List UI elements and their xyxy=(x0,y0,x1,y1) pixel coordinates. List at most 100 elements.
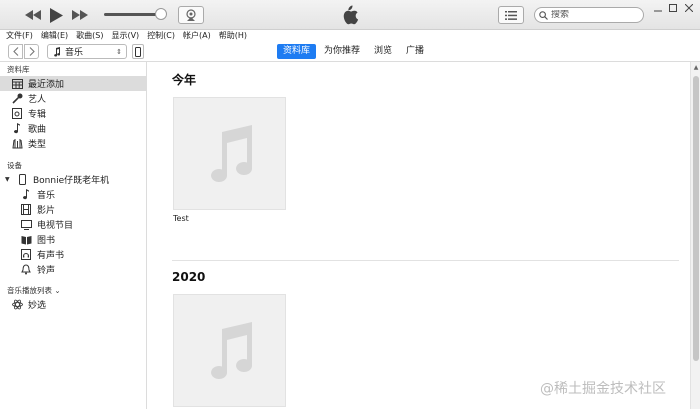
album-artwork[interactable] xyxy=(173,97,286,210)
minimize-icon xyxy=(654,10,662,12)
genius-atom-icon xyxy=(11,299,23,311)
genres-icon xyxy=(11,138,23,150)
iphone-icon xyxy=(16,174,28,186)
back-button[interactable] xyxy=(8,44,23,59)
iphone-icon xyxy=(135,46,141,57)
sidebar-item-genres[interactable]: 类型 xyxy=(0,136,146,151)
sidebar-item-label: 电视节目 xyxy=(37,221,74,231)
menu-file[interactable]: 文件(F) xyxy=(6,30,33,41)
window-close-button[interactable] xyxy=(682,2,696,14)
album-artwork[interactable] xyxy=(173,294,286,407)
menu-edit[interactable]: 编辑(E) xyxy=(41,30,68,41)
fast-forward-icon xyxy=(72,10,88,20)
window-maximize-button[interactable] xyxy=(666,2,680,14)
music-note-icon xyxy=(20,189,32,201)
sidebar-item-label: 铃声 xyxy=(37,266,56,276)
sidebar-item-label: 影片 xyxy=(37,206,56,216)
apple-logo-icon xyxy=(339,4,359,26)
tab-library[interactable]: 资料库 xyxy=(277,44,317,59)
section-divider xyxy=(172,260,679,261)
previous-track-button[interactable] xyxy=(24,7,42,23)
menu-help[interactable]: 帮助(H) xyxy=(219,30,247,41)
music-note-icon xyxy=(54,46,61,57)
sidebar-item-artists[interactable]: 艺人 xyxy=(0,91,146,106)
search-box[interactable] xyxy=(534,7,644,23)
microphone-icon xyxy=(11,93,23,105)
sidebar-item-label: 专辑 xyxy=(28,110,47,120)
updown-chevron-icon: ⇕ xyxy=(116,47,122,56)
menu-controls[interactable]: 控制(C) xyxy=(147,30,175,41)
tab-browse[interactable]: 浏览 xyxy=(368,44,398,59)
main-content: 今年 Test 2020 xyxy=(148,62,690,409)
tv-icon xyxy=(20,219,32,231)
menu-account[interactable]: 帐户(A) xyxy=(183,30,211,41)
up-next-list-button[interactable] xyxy=(498,6,524,24)
sidebar-item-albums[interactable]: 专辑 xyxy=(0,106,146,121)
sidebar-item-device-tones[interactable]: 铃声 xyxy=(0,262,146,277)
tab-radio[interactable]: 广播 xyxy=(400,44,430,59)
sidebar-item-recently-added[interactable]: 最近添加 xyxy=(0,76,146,91)
bell-icon xyxy=(20,264,32,276)
section-title: 2020 xyxy=(172,270,206,284)
sidebar-item-device-audiobooks[interactable]: 有声书 xyxy=(0,247,146,262)
sidebar-item-label: 音乐 xyxy=(37,191,56,201)
search-input[interactable] xyxy=(551,10,631,20)
tab-for-you[interactable]: 为你推荐 xyxy=(318,44,366,59)
album-icon xyxy=(11,108,23,120)
film-icon xyxy=(20,204,32,216)
navigation-bar: 音乐 ⇕ 资料库 为你推荐 浏览 广播 xyxy=(0,41,700,62)
sidebar-item-label: 类型 xyxy=(28,140,47,150)
audiobook-icon xyxy=(20,249,32,261)
device-button[interactable] xyxy=(132,44,144,59)
media-type-select[interactable]: 音乐 ⇕ xyxy=(47,44,127,59)
scroll-up-arrow-icon[interactable]: ▲ xyxy=(692,64,700,72)
menu-song[interactable]: 歌曲(S) xyxy=(76,30,103,41)
chevron-right-icon xyxy=(29,47,35,56)
devices-section-header: 设备 xyxy=(7,161,22,170)
media-type-label: 音乐 xyxy=(65,48,84,58)
book-icon xyxy=(20,234,32,246)
music-note-placeholder-icon xyxy=(210,321,252,379)
sidebar-item-label: 歌曲 xyxy=(28,125,47,135)
sidebar: 资料库 最近添加 艺人 专辑 歌曲 类型 设备 ▼ Bonnie仔既老年机 音乐… xyxy=(0,62,147,409)
sidebar-item-device[interactable]: ▼ Bonnie仔既老年机 xyxy=(0,172,146,187)
airplay-button[interactable] xyxy=(178,6,204,24)
vertical-scrollbar[interactable]: ▲ xyxy=(690,62,700,409)
album-title[interactable]: Test xyxy=(173,214,189,223)
device-name-label: Bonnie仔既老年机 xyxy=(33,176,110,186)
music-note-placeholder-icon xyxy=(210,124,252,182)
sidebar-item-genius[interactable]: 妙选 xyxy=(0,297,146,312)
view-tabs: 资料库 为你推荐 浏览 广播 xyxy=(277,44,430,59)
section-title: 今年 xyxy=(172,73,197,87)
play-button[interactable] xyxy=(48,7,64,23)
sidebar-item-label: 妙选 xyxy=(28,301,47,311)
sidebar-item-label: 图书 xyxy=(37,236,56,246)
play-icon xyxy=(49,7,63,23)
sidebar-item-device-music[interactable]: 音乐 xyxy=(0,187,146,202)
sidebar-item-label: 艺人 xyxy=(28,95,47,105)
sidebar-item-device-books[interactable]: 图书 xyxy=(0,232,146,247)
calendar-grid-icon xyxy=(11,78,23,90)
forward-button[interactable] xyxy=(24,44,39,59)
sidebar-item-device-movies[interactable]: 影片 xyxy=(0,202,146,217)
sidebar-item-label: 最近添加 xyxy=(28,80,65,90)
library-section-header: 资料库 xyxy=(7,65,30,74)
list-icon xyxy=(505,10,517,20)
menu-bar: 文件(F) 编辑(E) 歌曲(S) 显示(V) 控制(C) 帐户(A) 帮助(H… xyxy=(0,30,700,41)
chevron-left-icon xyxy=(12,47,18,56)
title-bar xyxy=(0,0,700,30)
playlists-section-header[interactable]: 音乐播放列表 ⌄ xyxy=(0,285,146,297)
sidebar-item-device-tv-shows[interactable]: 电视节目 xyxy=(0,217,146,232)
window-minimize-button[interactable] xyxy=(651,2,665,14)
music-note-icon xyxy=(11,123,23,135)
maximize-icon xyxy=(669,4,677,12)
disclosure-triangle-icon[interactable]: ▼ xyxy=(5,176,11,183)
sidebar-item-songs[interactable]: 歌曲 xyxy=(0,121,146,136)
next-track-button[interactable] xyxy=(71,7,89,23)
watermark: @稀土掘金技术社区 xyxy=(540,381,666,397)
menu-view[interactable]: 显示(V) xyxy=(111,30,139,41)
airplay-icon xyxy=(186,9,196,21)
scrollbar-thumb[interactable] xyxy=(693,76,699,361)
sidebar-item-label: 有声书 xyxy=(37,251,65,261)
volume-slider-knob[interactable] xyxy=(155,8,167,20)
